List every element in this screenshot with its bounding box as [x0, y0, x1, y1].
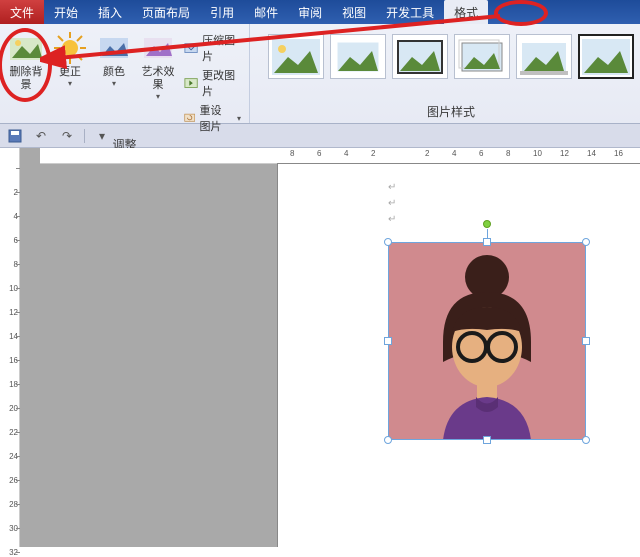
style-thumb-1[interactable]: [268, 34, 324, 79]
color-button[interactable]: 颜色: [96, 28, 132, 134]
compress-pictures-button[interactable]: 压缩图片: [184, 32, 241, 64]
artistic-icon: [140, 30, 176, 66]
reset-icon: [184, 110, 195, 126]
style-thumb-4[interactable]: [454, 34, 510, 79]
menu-insert[interactable]: 插入: [88, 0, 132, 24]
style-thumb-5[interactable]: [516, 34, 572, 79]
ribbon-group-styles: 图片样式: [250, 24, 640, 123]
menu-pagelayout[interactable]: 页面布局: [132, 0, 200, 24]
menu-references[interactable]: 引用: [200, 0, 244, 24]
brightness-icon: [52, 30, 88, 66]
menu-file[interactable]: 文件: [0, 0, 44, 24]
menu-format[interactable]: 格式: [444, 0, 488, 24]
change-picture-button[interactable]: 更改图片: [184, 67, 241, 99]
mini-list: 压缩图片 更改图片 重设图片 ▾: [184, 28, 241, 134]
resize-handle-br[interactable]: [582, 436, 590, 444]
picture-styles-gallery[interactable]: [258, 28, 640, 101]
vertical-ruler: 2468101214161820222426283032: [0, 148, 20, 547]
chevron-down-icon: ▾: [237, 114, 241, 123]
compress-icon: [184, 40, 198, 56]
resize-handle-tl[interactable]: [384, 238, 392, 246]
document-page[interactable]: ↵ ↵ ↵: [278, 164, 640, 547]
menu-view[interactable]: 视图: [332, 0, 376, 24]
style-thumb-2[interactable]: [330, 34, 386, 79]
horizontal-ruler: 864224681012141618: [40, 148, 640, 164]
resize-handle-b[interactable]: [483, 436, 491, 444]
remove-bg-label: 删除背景: [8, 66, 44, 92]
menu-dev[interactable]: 开发工具: [376, 0, 444, 24]
resize-handle-tr[interactable]: [582, 238, 590, 246]
group-styles-label: 图片样式: [258, 101, 640, 123]
ribbon: 删除背景 更正 颜色 艺术效果: [0, 24, 640, 124]
corrections-button[interactable]: 更正: [52, 28, 88, 134]
change-icon: [184, 75, 198, 91]
resize-handle-bl[interactable]: [384, 436, 392, 444]
selected-image[interactable]: [388, 242, 586, 440]
paragraph-mark: ↵: [388, 214, 396, 225]
resize-handle-l[interactable]: [384, 337, 392, 345]
style-thumb-3[interactable]: [392, 34, 448, 79]
paragraph-mark: ↵: [388, 198, 396, 209]
compress-label: 压缩图片: [202, 32, 241, 64]
artistic-label: 艺术效果: [140, 66, 176, 92]
menu-bar: 文件 开始 插入 页面布局 引用 邮件 审阅 视图 开发工具 格式: [0, 0, 640, 24]
color-label: 颜色: [103, 66, 125, 79]
artistic-effects-button[interactable]: 艺术效果: [140, 28, 176, 134]
change-label: 更改图片: [202, 67, 241, 99]
selection-border: [388, 242, 586, 440]
menu-home[interactable]: 开始: [44, 0, 88, 24]
color-icon: [96, 30, 132, 66]
workspace: 2468101214161820222426283032 86422468101…: [0, 148, 640, 547]
menu-mail[interactable]: 邮件: [244, 0, 288, 24]
paragraph-mark: ↵: [388, 182, 396, 193]
reset-picture-button[interactable]: 重设图片 ▾: [184, 102, 241, 134]
rotation-handle[interactable]: [483, 220, 491, 228]
reset-label: 重设图片: [199, 102, 231, 134]
menu-review[interactable]: 审阅: [288, 0, 332, 24]
page-area[interactable]: 864224681012141618 ↵ ↵ ↵: [20, 148, 640, 547]
style-thumb-6[interactable]: [578, 34, 634, 79]
ribbon-group-adjust: 删除背景 更正 颜色 艺术效果: [0, 24, 250, 123]
remove-bg-icon: [8, 30, 44, 66]
resize-handle-r[interactable]: [582, 337, 590, 345]
remove-background-button[interactable]: 删除背景: [8, 28, 44, 134]
corrections-label: 更正: [59, 66, 81, 79]
resize-handle-t[interactable]: [483, 238, 491, 246]
